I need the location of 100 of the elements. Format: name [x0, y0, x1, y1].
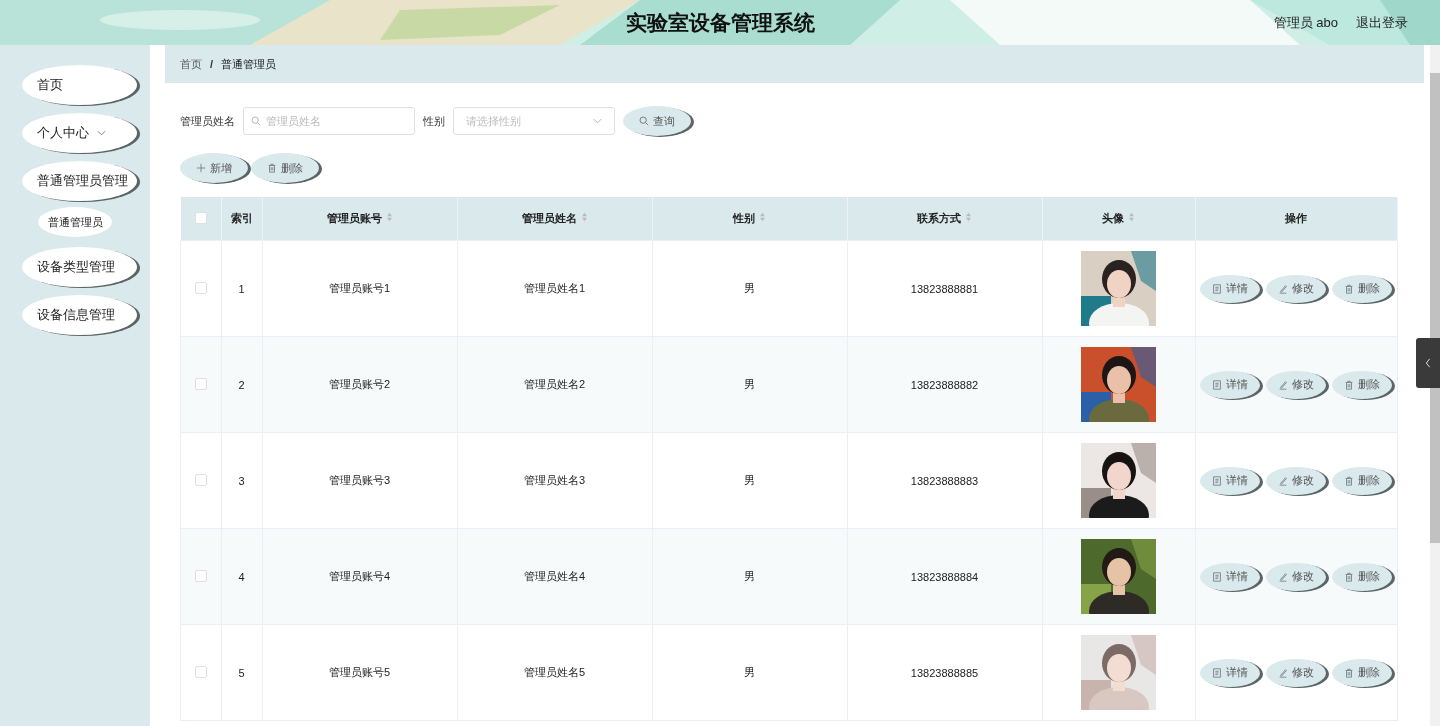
add-button[interactable]: 新增: [180, 153, 248, 183]
details-button[interactable]: 详情: [1200, 658, 1261, 687]
table-cell: 管理员姓名4: [523, 570, 586, 582]
document-icon: [1212, 283, 1223, 294]
filter-label: 管理员姓名: [180, 113, 235, 129]
table-cell: 管理员账号4: [328, 570, 391, 582]
menu-item[interactable]: 首页: [22, 65, 137, 105]
row-checkbox[interactable]: [194, 473, 207, 486]
details-button[interactable]: 详情: [1200, 370, 1261, 399]
column-header[interactable]: 联系方式: [847, 197, 1042, 241]
table-cell: 管理员账号1: [328, 282, 391, 294]
trash-icon: [1344, 571, 1355, 582]
name-search-field[interactable]: 管理员姓名: [243, 107, 415, 135]
row-checkbox[interactable]: [194, 569, 207, 582]
table-cell: 管理员姓名3: [523, 474, 586, 486]
search-button[interactable]: 查询: [623, 106, 691, 136]
trash-icon: [1344, 283, 1355, 294]
plus-icon: [196, 163, 206, 173]
column-header[interactable]: 性别: [652, 197, 847, 241]
table-cell: 管理员账号3: [328, 474, 391, 486]
edit-button[interactable]: 修改: [1266, 466, 1327, 495]
document-icon: [1212, 379, 1223, 390]
collapse-tab[interactable]: [1416, 338, 1440, 388]
column-header[interactable]: 头像: [1042, 197, 1195, 241]
document-icon: [1212, 667, 1223, 678]
trash-icon: [1344, 475, 1355, 486]
breadcrumb-separator: /: [210, 58, 214, 70]
submenu-item[interactable]: 普通管理员: [38, 207, 112, 237]
table-cell: 13823888883: [910, 474, 979, 487]
breadcrumb-link[interactable]: 首页: [180, 56, 202, 72]
table-cell: 13823888882: [910, 378, 979, 391]
delete-button[interactable]: 删除: [1332, 658, 1393, 687]
column-header: 索引: [221, 197, 262, 241]
table-cell: 13823888884: [910, 570, 979, 583]
table-cell: 管理员姓名2: [523, 378, 586, 390]
edit-button[interactable]: 修改: [1266, 274, 1327, 303]
sort-icon[interactable]: [385, 212, 393, 222]
sort-icon[interactable]: [1128, 212, 1135, 222]
column-header: 操作: [1195, 197, 1398, 241]
document-icon: [1212, 475, 1223, 486]
menu-item[interactable]: 设备信息管理: [22, 295, 137, 335]
pencil-icon: [1278, 571, 1289, 582]
trash-icon: [1344, 379, 1355, 390]
sort-icon[interactable]: [580, 212, 588, 222]
logout-link[interactable]: 退出登录: [1356, 14, 1408, 32]
table-cell: 5: [238, 666, 245, 679]
delete-button[interactable]: 删除: [251, 153, 319, 183]
chevron-left-icon: [1423, 358, 1433, 368]
table-cell: 1: [238, 282, 245, 295]
filter-label: 性别: [423, 113, 445, 129]
menu-item[interactable]: 普通管理员管理: [22, 161, 137, 201]
delete-button[interactable]: 删除: [1332, 466, 1393, 495]
delete-button[interactable]: 删除: [1332, 562, 1393, 591]
delete-button[interactable]: 删除: [1332, 274, 1393, 303]
table-cell: 男: [744, 282, 755, 294]
table-cell: 13823888881: [910, 282, 979, 295]
table-cell: 男: [744, 378, 755, 390]
menu-item[interactable]: 个人中心: [22, 113, 137, 153]
details-button[interactable]: 详情: [1200, 274, 1261, 303]
pencil-icon: [1278, 667, 1289, 678]
table-cell: 3: [238, 474, 245, 487]
table-cell: 男: [744, 570, 755, 582]
sort-icon[interactable]: [759, 212, 766, 222]
table-cell: 2: [238, 378, 245, 391]
select-all-checkbox[interactable]: [194, 211, 207, 224]
table-cell: 13823888885: [910, 666, 979, 679]
row-checkbox[interactable]: [194, 281, 207, 294]
app-title: 实验室设备管理系统: [625, 9, 815, 36]
trash-icon: [1344, 667, 1355, 678]
edit-button[interactable]: 修改: [1266, 562, 1327, 591]
pencil-icon: [1278, 283, 1289, 294]
sort-icon[interactable]: [965, 212, 972, 222]
table-cell: 男: [744, 666, 755, 678]
table-cell: 管理员账号2: [328, 378, 391, 390]
edit-button[interactable]: 修改: [1266, 370, 1327, 399]
search-icon: [639, 116, 649, 126]
menu-item[interactable]: 设备类型管理: [22, 247, 137, 287]
trash-icon: [267, 163, 277, 173]
pencil-icon: [1278, 379, 1289, 390]
details-button[interactable]: 详情: [1200, 466, 1261, 495]
chevron-icon: [593, 118, 602, 124]
pencil-icon: [1278, 475, 1289, 486]
document-icon: [1212, 571, 1223, 582]
table-cell: 管理员姓名5: [523, 666, 586, 678]
column-header[interactable]: 管理员姓名: [457, 197, 652, 241]
user-name: 管理员 abo: [1273, 14, 1338, 32]
table-cell: 管理员账号5: [328, 666, 391, 678]
table-cell: 管理员姓名1: [523, 282, 586, 294]
details-button[interactable]: 详情: [1200, 562, 1261, 591]
search-icon: [251, 116, 261, 126]
column-header[interactable]: 管理员账号: [262, 197, 457, 241]
chevron-icon: [97, 130, 106, 136]
table-cell: 4: [238, 570, 245, 583]
delete-button[interactable]: 删除: [1332, 370, 1393, 399]
table-cell: 男: [744, 474, 755, 486]
row-checkbox[interactable]: [194, 377, 207, 390]
breadcrumb-link[interactable]: 普通管理员: [221, 56, 277, 72]
edit-button[interactable]: 修改: [1266, 658, 1327, 687]
scrollbar[interactable]: [1430, 45, 1440, 726]
row-checkbox[interactable]: [194, 665, 207, 678]
